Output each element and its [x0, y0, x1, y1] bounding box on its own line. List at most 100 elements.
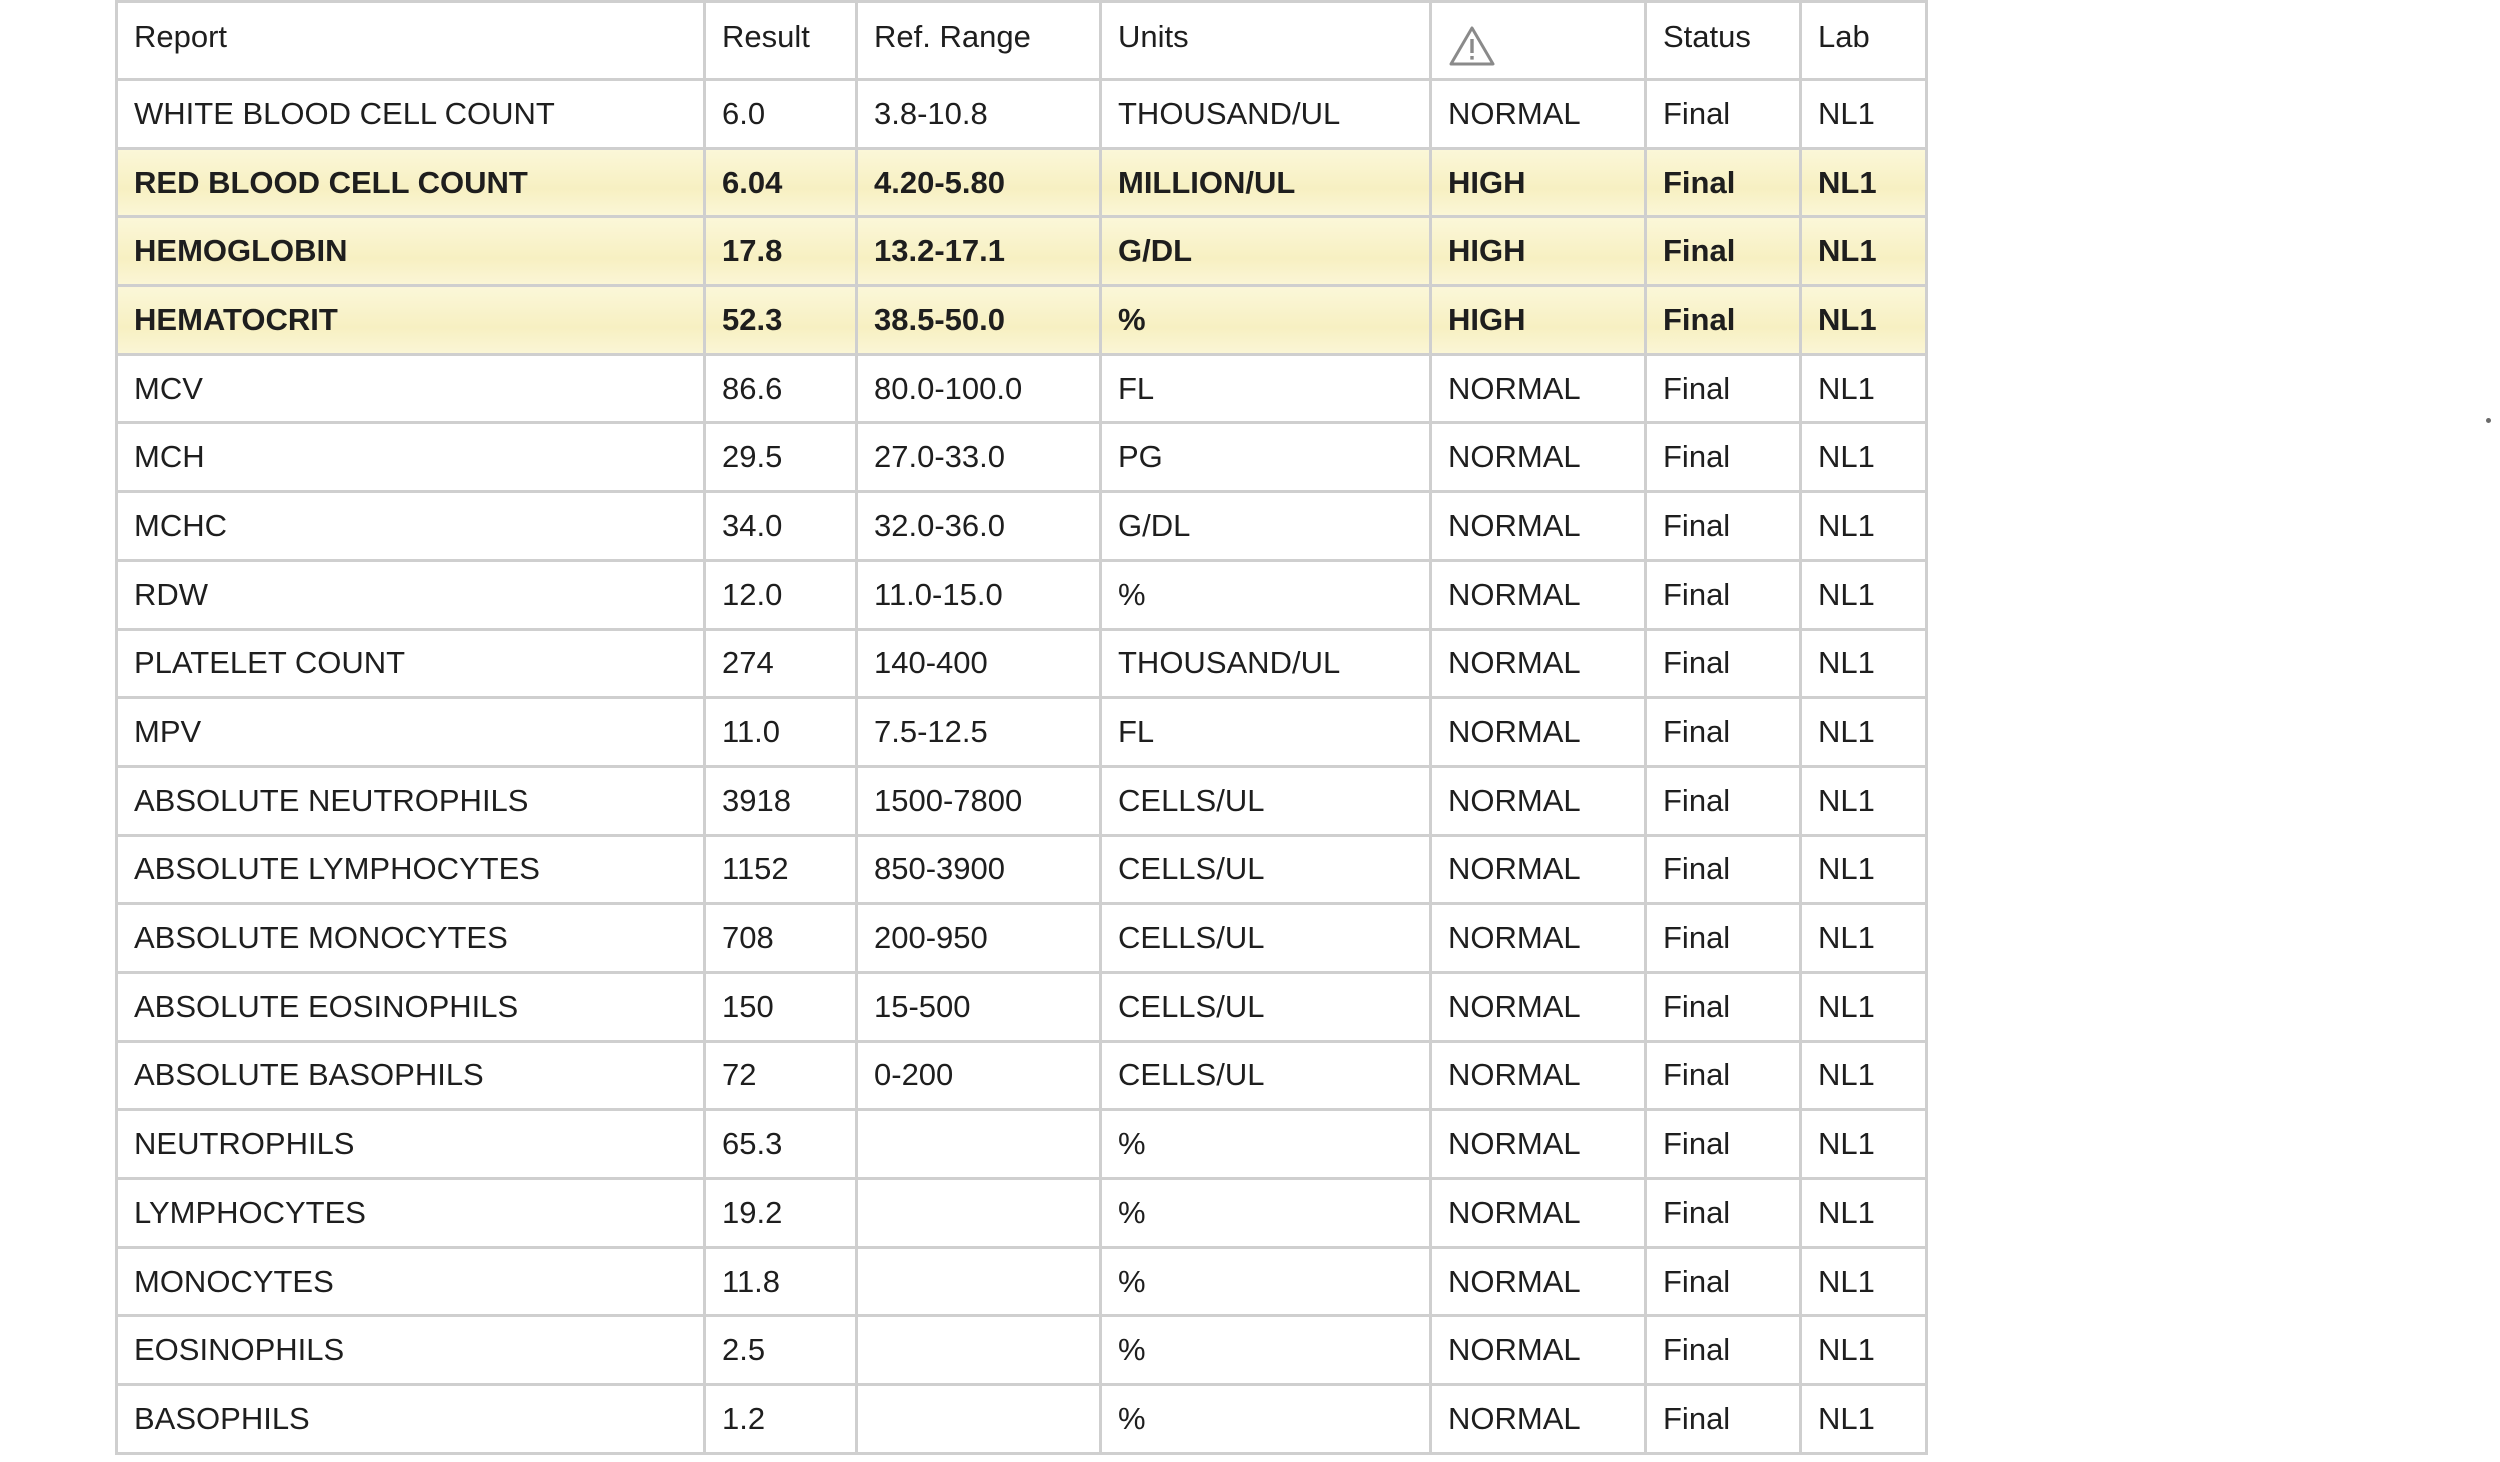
- cell-ref-range: 80.0-100.0: [855, 352, 1102, 425]
- cell-ref-range: 140-400: [855, 627, 1102, 700]
- cell-lab: NL1: [1799, 421, 1928, 494]
- cell-ref-range: 4.20-5.80: [855, 146, 1102, 219]
- cell-lab: NL1: [1799, 146, 1928, 219]
- cell-report: MCH: [115, 421, 706, 494]
- table-row: MCH 29.5 27.0-33.0 PG NORMAL Final NL1: [115, 421, 1928, 494]
- cell-lab: NL1: [1799, 1108, 1928, 1180]
- cell-ref-range: 0-200: [855, 1039, 1102, 1112]
- cell-lab: NL1: [1799, 1383, 1928, 1455]
- cell-flag: NORMAL: [1429, 558, 1647, 631]
- cell-status: Final: [1644, 833, 1802, 906]
- cell-lab: NL1: [1799, 1314, 1928, 1387]
- cell-status: Final: [1644, 1039, 1802, 1112]
- cell-lab: NL1: [1799, 1039, 1928, 1112]
- cell-lab: NL1: [1799, 558, 1928, 631]
- cell-units: CELLS/UL: [1099, 764, 1432, 837]
- cell-report: ABSOLUTE LYMPHOCYTES: [115, 833, 706, 906]
- cell-ref-range: [855, 1245, 1102, 1318]
- cell-report: ABSOLUTE MONOCYTES: [115, 902, 706, 974]
- cell-lab: NL1: [1799, 764, 1928, 837]
- cell-status: Final: [1644, 1314, 1802, 1387]
- cell-report: PLATELET COUNT: [115, 627, 706, 700]
- cell-status: Final: [1644, 558, 1802, 631]
- cell-result: 11.0: [703, 696, 858, 768]
- cell-lab: NL1: [1799, 970, 1928, 1043]
- cell-status: Final: [1644, 970, 1802, 1043]
- cell-ref-range: 32.0-36.0: [855, 490, 1102, 562]
- cell-result: 52.3: [703, 284, 858, 356]
- cell-report: BASOPHILS: [115, 1383, 706, 1455]
- column-header-lab: Lab: [1799, 0, 1928, 81]
- cell-ref-range: 11.0-15.0: [855, 558, 1102, 631]
- cell-lab: NL1: [1799, 215, 1928, 288]
- cell-units: G/DL: [1099, 215, 1432, 288]
- cell-ref-range: [855, 1314, 1102, 1387]
- cell-lab: NL1: [1799, 902, 1928, 974]
- cell-result: 6.0: [703, 78, 858, 150]
- cell-report: HEMOGLOBIN: [115, 215, 706, 288]
- cell-ref-range: 27.0-33.0: [855, 421, 1102, 494]
- cell-result: 11.8: [703, 1245, 858, 1318]
- table-row: WHITE BLOOD CELL COUNT 6.0 3.8-10.8 THOUSAN…: [115, 78, 1928, 150]
- cell-report: MPV: [115, 696, 706, 768]
- table-row: HEMOGLOBIN 17.8 13.2-17.1 G/DL HIGH Final NL1: [115, 215, 1928, 288]
- cell-units: FL: [1099, 352, 1432, 425]
- cell-report: WHITE BLOOD CELL COUNT: [115, 78, 706, 150]
- cell-result: 274: [703, 627, 858, 700]
- cell-flag: HIGH: [1429, 284, 1647, 356]
- table-row: EOSINOPHILS 2.5% NORMAL Final NL1: [115, 1314, 1928, 1387]
- lab-results-table: Report Result Ref. Range Units Status La…: [115, 0, 1928, 1455]
- cell-flag: NORMAL: [1429, 627, 1647, 700]
- cell-flag: NORMAL: [1429, 490, 1647, 562]
- cell-report: NEUTROPHILS: [115, 1108, 706, 1180]
- cell-flag: HIGH: [1429, 215, 1647, 288]
- cell-flag: NORMAL: [1429, 902, 1647, 974]
- scan-speck: [2486, 418, 2491, 423]
- cell-report: MCV: [115, 352, 706, 425]
- table-row: ABSOLUTE NEUTROPHILS 3918 1500-7800 CELLS/U…: [115, 764, 1928, 837]
- cell-ref-range: [855, 1108, 1102, 1180]
- cell-status: Final: [1644, 627, 1802, 700]
- cell-units: %: [1099, 558, 1432, 631]
- cell-flag: NORMAL: [1429, 1108, 1647, 1180]
- cell-lab: NL1: [1799, 284, 1928, 356]
- cell-status: Final: [1644, 421, 1802, 494]
- column-header-status: Status: [1644, 0, 1802, 81]
- column-header-report: Report: [115, 0, 706, 81]
- cell-flag: NORMAL: [1429, 1177, 1647, 1249]
- column-header-result: Result: [703, 0, 858, 81]
- cell-result: 1152: [703, 833, 858, 906]
- cell-lab: NL1: [1799, 833, 1928, 906]
- cell-flag: NORMAL: [1429, 1314, 1647, 1387]
- cell-status: Final: [1644, 1177, 1802, 1249]
- table-row: RED BLOOD CELL COUNT 6.04 4.20-5.80 MILLION…: [115, 146, 1928, 219]
- table-row: MCV 86.6 80.0-100.0 FL NORMAL Final NL1: [115, 352, 1928, 425]
- cell-report: ABSOLUTE NEUTROPHILS: [115, 764, 706, 837]
- table-row: MPV 11.0 7.5-12.5 FL NORMAL Final NL1: [115, 696, 1928, 768]
- cell-report: LYMPHOCYTES: [115, 1177, 706, 1249]
- cell-report: MCHC: [115, 490, 706, 562]
- cell-status: Final: [1644, 764, 1802, 837]
- cell-units: %: [1099, 1245, 1432, 1318]
- cell-flag: NORMAL: [1429, 1383, 1647, 1455]
- cell-status: Final: [1644, 1383, 1802, 1455]
- table-row: ABSOLUTE LYMPHOCYTES 1152 850-3900 CELLS/UL…: [115, 833, 1928, 906]
- table-header-row: Report Result Ref. Range Units Status La…: [115, 0, 1928, 81]
- cell-lab: NL1: [1799, 1245, 1928, 1318]
- cell-result: 34.0: [703, 490, 858, 562]
- cell-result: 12.0: [703, 558, 858, 631]
- cell-ref-range: 850-3900: [855, 833, 1102, 906]
- table-row: ABSOLUTE EOSINOPHILS 150 15-500 CELLS/UL NOR…: [115, 970, 1928, 1043]
- cell-status: Final: [1644, 902, 1802, 974]
- cell-flag: NORMAL: [1429, 421, 1647, 494]
- cell-units: %: [1099, 1108, 1432, 1180]
- cell-report: EOSINOPHILS: [115, 1314, 706, 1387]
- cell-status: Final: [1644, 1245, 1802, 1318]
- table-row: MCHC 34.0 32.0-36.0 G/DL NORMAL Final NL1: [115, 490, 1928, 562]
- cell-units: CELLS/UL: [1099, 833, 1432, 906]
- cell-status: Final: [1644, 696, 1802, 768]
- cell-ref-range: [855, 1177, 1102, 1249]
- cell-result: 2.5: [703, 1314, 858, 1387]
- table-row: LYMPHOCYTES 19.2% NORMAL Final NL1: [115, 1177, 1928, 1249]
- table-row: NEUTROPHILS 65.3% NORMAL Final NL1: [115, 1108, 1928, 1180]
